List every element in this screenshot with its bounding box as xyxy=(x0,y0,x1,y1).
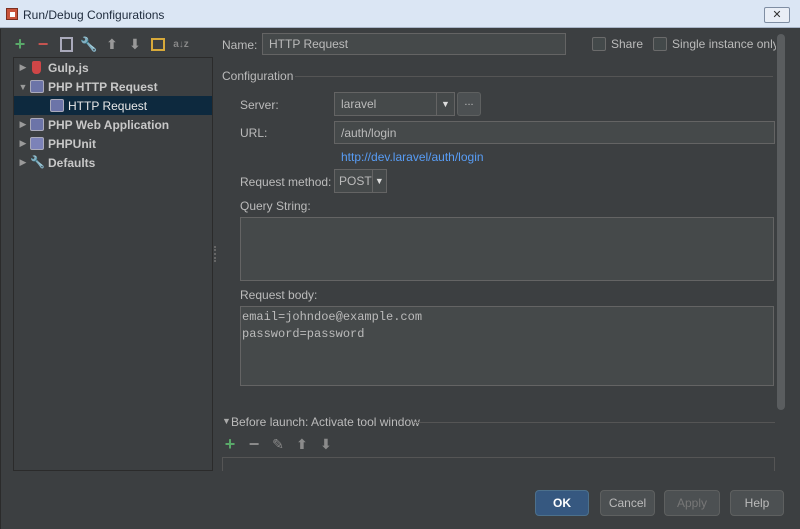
dialog-body: + − 🔧 ⬆ ⬇ a↓z ▶ Gulp.js ▼ PHP HTTP Reque… xyxy=(0,29,800,529)
collapse-arrow-icon[interactable]: ▼ xyxy=(16,82,30,92)
help-button[interactable]: Help xyxy=(730,490,784,516)
tree-item-php-web-application[interactable]: ▶ PHP Web Application xyxy=(14,115,212,134)
request-method-label: Request method: xyxy=(240,175,332,189)
apply-button[interactable]: Apply xyxy=(664,490,720,516)
configuration-title: Configuration xyxy=(222,69,294,83)
tree-item-label: PHPUnit xyxy=(48,136,96,151)
tree-item-http-request[interactable]: HTTP Request xyxy=(14,96,212,115)
phpunit-icon xyxy=(30,137,44,150)
edit-icon[interactable]: ✎ xyxy=(271,437,285,451)
add-icon[interactable]: + xyxy=(13,34,27,54)
single-instance-checkbox[interactable] xyxy=(653,37,667,51)
request-body-line: email=johndoe@example.com xyxy=(242,310,423,324)
title-bar: Run/Debug Configurations ✕ xyxy=(0,0,800,28)
remove-icon[interactable]: − xyxy=(247,435,261,453)
ok-button[interactable]: OK xyxy=(535,490,589,516)
move-up-icon[interactable]: ⬆ xyxy=(105,36,119,52)
chevron-down-icon: ▼ xyxy=(436,93,454,115)
tree-item-phpunit[interactable]: ▶ PHPUnit xyxy=(14,134,212,153)
query-string-field[interactable] xyxy=(240,217,774,281)
gulp-icon xyxy=(32,61,41,74)
config-tree[interactable]: ▶ Gulp.js ▼ PHP HTTP Request HTTP Reques… xyxy=(13,57,213,471)
server-select[interactable]: laravel ▼ xyxy=(334,92,455,116)
tree-item-defaults[interactable]: ▶ 🔧 Defaults xyxy=(14,153,212,172)
vertical-scrollbar[interactable] xyxy=(776,34,786,414)
tree-item-label: PHP Web Application xyxy=(48,117,170,132)
tree-item-php-http-request[interactable]: ▼ PHP HTTP Request xyxy=(14,77,212,96)
query-string-label: Query String: xyxy=(240,199,311,213)
wrench-icon[interactable]: 🔧 xyxy=(80,36,97,52)
folder-icon[interactable] xyxy=(151,37,165,51)
splitter-handle[interactable] xyxy=(214,246,217,262)
tree-item-label: Defaults xyxy=(48,155,96,170)
expand-arrow-icon[interactable]: ▶ xyxy=(16,157,30,168)
before-launch-title[interactable]: Before launch: Activate tool window xyxy=(231,415,420,429)
tree-item-label: HTTP Request xyxy=(68,98,148,113)
close-button[interactable]: ✕ xyxy=(764,7,790,23)
server-browse-button[interactable]: ... xyxy=(457,92,481,116)
request-method-value: POST xyxy=(339,174,372,188)
server-label: Server: xyxy=(240,98,279,112)
app-icon xyxy=(6,8,18,20)
collapse-arrow-icon[interactable]: ▼ xyxy=(222,416,231,426)
url-field[interactable]: /auth/login xyxy=(334,121,775,144)
window-title: Run/Debug Configurations xyxy=(23,8,165,22)
share-checkbox[interactable] xyxy=(592,37,606,51)
request-body-line: password=password xyxy=(242,327,365,341)
expand-arrow-icon[interactable]: ▶ xyxy=(16,119,30,130)
expand-arrow-icon[interactable]: ▶ xyxy=(16,62,30,73)
chevron-down-icon: ▼ xyxy=(371,170,386,192)
php-web-icon xyxy=(30,118,44,131)
name-label: Name: xyxy=(222,38,258,52)
move-up-icon[interactable]: ⬆ xyxy=(295,437,309,451)
single-instance-label[interactable]: Single instance only xyxy=(672,37,779,51)
php-request-icon xyxy=(50,99,64,112)
add-icon[interactable]: + xyxy=(223,435,237,453)
request-method-select[interactable]: POST ▼ xyxy=(334,169,387,193)
copy-icon[interactable] xyxy=(59,37,73,51)
url-label: URL: xyxy=(240,126,268,140)
sort-icon[interactable]: a↓z xyxy=(173,37,189,51)
move-down-icon[interactable]: ⬇ xyxy=(128,36,142,52)
before-launch-list[interactable] xyxy=(222,457,775,471)
request-body-field[interactable]: email=johndoe@example.com password=passw… xyxy=(240,306,774,386)
tree-item-gulp[interactable]: ▶ Gulp.js xyxy=(14,58,212,77)
cancel-button[interactable]: Cancel xyxy=(600,490,655,516)
before-launch-toolbar: + − ✎ ⬆ ⬇ xyxy=(223,435,333,453)
expand-arrow-icon[interactable]: ▶ xyxy=(16,138,30,149)
name-field[interactable]: HTTP Request xyxy=(262,33,566,55)
request-body-label: Request body: xyxy=(240,288,318,302)
php-request-icon xyxy=(30,80,44,93)
tree-item-label: PHP HTTP Request xyxy=(48,79,158,94)
remove-icon[interactable]: − xyxy=(36,34,50,54)
share-label[interactable]: Share xyxy=(611,37,643,51)
server-value: laravel xyxy=(341,97,377,111)
scrollbar-thumb[interactable] xyxy=(777,34,785,410)
tree-item-label: Gulp.js xyxy=(48,60,89,75)
full-url-link[interactable]: http://dev.laravel/auth/login xyxy=(341,150,484,164)
section-divider xyxy=(413,422,775,423)
config-toolbar: + − 🔧 ⬆ ⬇ a↓z xyxy=(13,34,189,54)
wrench-icon: 🔧 xyxy=(30,155,45,169)
section-divider xyxy=(295,76,773,77)
move-down-icon[interactable]: ⬇ xyxy=(319,437,333,451)
